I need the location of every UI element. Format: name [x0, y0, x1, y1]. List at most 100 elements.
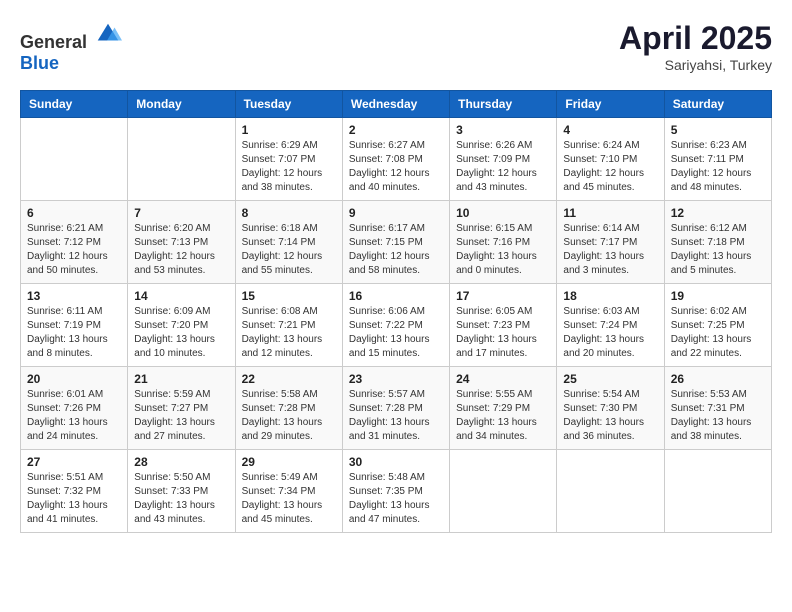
calendar-day-cell: 26 Sunrise: 5:53 AMSunset: 7:31 PMDayligh… [664, 367, 771, 450]
calendar-day-cell: 2 Sunrise: 6:27 AMSunset: 7:08 PMDaylight… [342, 118, 449, 201]
day-detail: Sunrise: 6:27 AMSunset: 7:08 PMDaylight:… [349, 139, 443, 195]
day-detail: Sunrise: 6:08 AMSunset: 7:21 PMDaylight:… [242, 305, 336, 361]
day-number: 27 [27, 455, 121, 469]
calendar-week-row: 27Sunrise: 5:51 AMSunset: 7:32 PMDayligh… [21, 450, 772, 533]
day-of-week-header: Sunday [21, 91, 128, 118]
day-of-week-header: Wednesday [342, 91, 449, 118]
calendar-body: 1 Sunrise: 6:29 AMSunset: 7:07 PMDaylight… [21, 118, 772, 533]
day-detail: Sunrise: 5:58 AMSunset: 7:28 PMDaylight:… [242, 388, 336, 444]
day-detail: Sunrise: 6:06 AMSunset: 7:22 PMDaylight:… [349, 305, 443, 361]
calendar-day-cell: 27Sunrise: 5:51 AMSunset: 7:32 PMDayligh… [21, 450, 128, 533]
calendar-week-row: 1 Sunrise: 6:29 AMSunset: 7:07 PMDaylight… [21, 118, 772, 201]
calendar-day-cell: 15 Sunrise: 6:08 AMSunset: 7:21 PMDayligh… [235, 284, 342, 367]
day-number: 22 [242, 372, 336, 386]
day-detail: Sunrise: 6:26 AMSunset: 7:09 PMDaylight:… [456, 139, 550, 195]
day-number: 4 [563, 123, 657, 137]
day-number: 12 [671, 206, 765, 220]
day-detail: Sunrise: 6:03 AMSunset: 7:24 PMDaylight:… [563, 305, 657, 361]
day-detail: Sunrise: 5:48 AMSunset: 7:35 PMDaylight:… [349, 471, 443, 527]
day-detail: Sunrise: 5:49 AMSunset: 7:34 PMDaylight:… [242, 471, 336, 527]
calendar-day-cell: 21 Sunrise: 5:59 AMSunset: 7:27 PMDayligh… [128, 367, 235, 450]
day-number: 23 [349, 372, 443, 386]
page-header: General Blue April 2025 Sariyahsi, Turke… [20, 20, 772, 74]
day-number: 3 [456, 123, 550, 137]
calendar-day-cell [128, 118, 235, 201]
day-of-week-header: Saturday [664, 91, 771, 118]
calendar-day-cell: 20Sunrise: 6:01 AMSunset: 7:26 PMDayligh… [21, 367, 128, 450]
calendar-day-cell: 11Sunrise: 6:14 AMSunset: 7:17 PMDayligh… [557, 201, 664, 284]
day-detail: Sunrise: 5:50 AMSunset: 7:33 PMDaylight:… [134, 471, 228, 527]
day-detail: Sunrise: 6:12 AMSunset: 7:18 PMDaylight:… [671, 222, 765, 278]
day-number: 13 [27, 289, 121, 303]
day-detail: Sunrise: 6:01 AMSunset: 7:26 PMDaylight:… [27, 388, 121, 444]
day-detail: Sunrise: 6:05 AMSunset: 7:23 PMDaylight:… [456, 305, 550, 361]
day-number: 14 [134, 289, 228, 303]
logo-text: General Blue [20, 20, 122, 74]
calendar-week-row: 20Sunrise: 6:01 AMSunset: 7:26 PMDayligh… [21, 367, 772, 450]
day-detail: Sunrise: 6:17 AMSunset: 7:15 PMDaylight:… [349, 222, 443, 278]
calendar-day-cell: 8 Sunrise: 6:18 AMSunset: 7:14 PMDaylight… [235, 201, 342, 284]
logo-general: General [20, 32, 87, 52]
day-number: 2 [349, 123, 443, 137]
day-number: 21 [134, 372, 228, 386]
day-number: 16 [349, 289, 443, 303]
day-detail: Sunrise: 5:53 AMSunset: 7:31 PMDaylight:… [671, 388, 765, 444]
day-number: 17 [456, 289, 550, 303]
day-detail: Sunrise: 6:11 AMSunset: 7:19 PMDaylight:… [27, 305, 121, 361]
calendar-day-cell: 24Sunrise: 5:55 AMSunset: 7:29 PMDayligh… [450, 367, 557, 450]
calendar-day-cell: 23 Sunrise: 5:57 AMSunset: 7:28 PMDayligh… [342, 367, 449, 450]
calendar-day-cell: 30 Sunrise: 5:48 AMSunset: 7:35 PMDayligh… [342, 450, 449, 533]
day-number: 10 [456, 206, 550, 220]
day-number: 19 [671, 289, 765, 303]
location-subtitle: Sariyahsi, Turkey [619, 57, 772, 73]
day-number: 15 [242, 289, 336, 303]
day-number: 26 [671, 372, 765, 386]
day-number: 30 [349, 455, 443, 469]
day-number: 6 [27, 206, 121, 220]
calendar-header-row: SundayMondayTuesdayWednesdayThursdayFrid… [21, 91, 772, 118]
calendar-day-cell: 3 Sunrise: 6:26 AMSunset: 7:09 PMDaylight… [450, 118, 557, 201]
day-of-week-header: Monday [128, 91, 235, 118]
calendar-day-cell: 17 Sunrise: 6:05 AMSunset: 7:23 PMDayligh… [450, 284, 557, 367]
calendar-day-cell: 7 Sunrise: 6:20 AMSunset: 7:13 PMDaylight… [128, 201, 235, 284]
day-of-week-header: Tuesday [235, 91, 342, 118]
calendar-day-cell: 14Sunrise: 6:09 AMSunset: 7:20 PMDayligh… [128, 284, 235, 367]
calendar-day-cell [450, 450, 557, 533]
logo: General Blue [20, 20, 122, 74]
day-of-week-header: Friday [557, 91, 664, 118]
day-number: 5 [671, 123, 765, 137]
day-detail: Sunrise: 6:15 AMSunset: 7:16 PMDaylight:… [456, 222, 550, 278]
calendar-day-cell: 13 Sunrise: 6:11 AMSunset: 7:19 PMDayligh… [21, 284, 128, 367]
calendar-day-cell: 18 Sunrise: 6:03 AMSunset: 7:24 PMDayligh… [557, 284, 664, 367]
calendar-day-cell: 1 Sunrise: 6:29 AMSunset: 7:07 PMDaylight… [235, 118, 342, 201]
calendar-day-cell: 28 Sunrise: 5:50 AMSunset: 7:33 PMDayligh… [128, 450, 235, 533]
day-number: 7 [134, 206, 228, 220]
day-number: 18 [563, 289, 657, 303]
day-number: 24 [456, 372, 550, 386]
day-detail: Sunrise: 6:20 AMSunset: 7:13 PMDaylight:… [134, 222, 228, 278]
day-detail: Sunrise: 6:23 AMSunset: 7:11 PMDaylight:… [671, 139, 765, 195]
day-number: 25 [563, 372, 657, 386]
day-detail: Sunrise: 6:21 AMSunset: 7:12 PMDaylight:… [27, 222, 121, 278]
day-detail: Sunrise: 5:57 AMSunset: 7:28 PMDaylight:… [349, 388, 443, 444]
title-block: April 2025 Sariyahsi, Turkey [619, 20, 772, 73]
day-number: 28 [134, 455, 228, 469]
day-detail: Sunrise: 6:29 AMSunset: 7:07 PMDaylight:… [242, 139, 336, 195]
day-of-week-header: Thursday [450, 91, 557, 118]
day-detail: Sunrise: 6:02 AMSunset: 7:25 PMDaylight:… [671, 305, 765, 361]
logo-blue: Blue [20, 53, 59, 73]
day-number: 9 [349, 206, 443, 220]
calendar-week-row: 13 Sunrise: 6:11 AMSunset: 7:19 PMDayligh… [21, 284, 772, 367]
day-detail: Sunrise: 6:14 AMSunset: 7:17 PMDaylight:… [563, 222, 657, 278]
day-number: 29 [242, 455, 336, 469]
calendar-day-cell: 25 Sunrise: 5:54 AMSunset: 7:30 PMDayligh… [557, 367, 664, 450]
logo-icon [94, 20, 122, 48]
calendar-day-cell: 10 Sunrise: 6:15 AMSunset: 7:16 PMDayligh… [450, 201, 557, 284]
day-detail: Sunrise: 5:59 AMSunset: 7:27 PMDaylight:… [134, 388, 228, 444]
calendar-day-cell: 19 Sunrise: 6:02 AMSunset: 7:25 PMDayligh… [664, 284, 771, 367]
calendar-day-cell: 12 Sunrise: 6:12 AMSunset: 7:18 PMDayligh… [664, 201, 771, 284]
day-detail: Sunrise: 6:18 AMSunset: 7:14 PMDaylight:… [242, 222, 336, 278]
day-number: 1 [242, 123, 336, 137]
day-number: 8 [242, 206, 336, 220]
day-detail: Sunrise: 5:54 AMSunset: 7:30 PMDaylight:… [563, 388, 657, 444]
